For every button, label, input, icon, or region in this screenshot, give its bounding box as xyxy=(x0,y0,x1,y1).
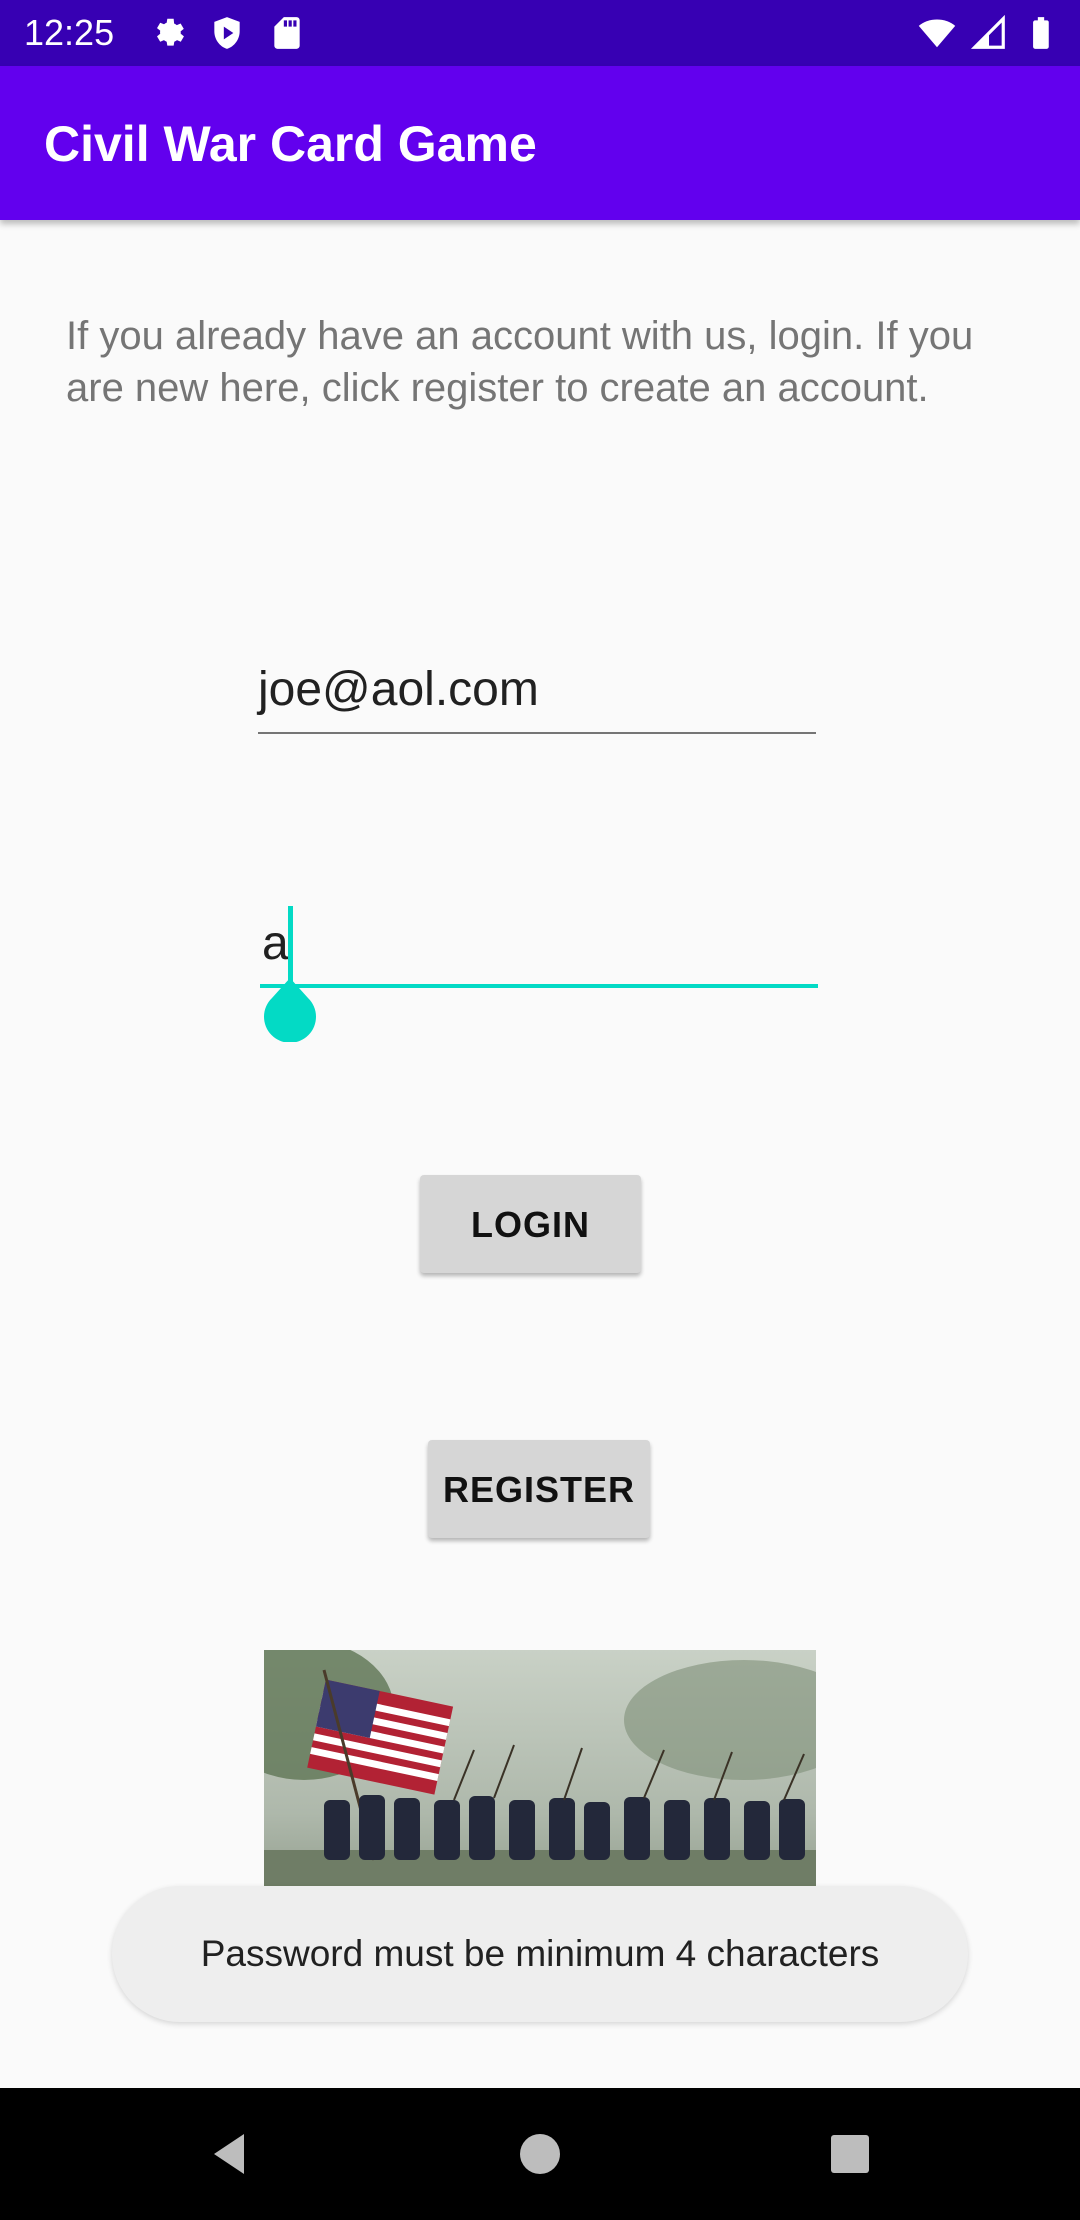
sd-card-icon xyxy=(274,17,300,49)
battery-icon xyxy=(1033,17,1049,49)
navigation-bar xyxy=(0,2088,1080,2220)
app-bar: Civil War Card Game xyxy=(0,66,1080,220)
gear-icon xyxy=(157,18,184,46)
login-button[interactable]: LOGIN xyxy=(420,1175,641,1273)
wifi-icon xyxy=(918,19,956,48)
status-time: 12:25 xyxy=(24,12,115,53)
recents-icon[interactable] xyxy=(820,2124,880,2184)
battle-scene-illustration xyxy=(264,1650,816,1922)
civil-war-image xyxy=(264,1650,816,1922)
home-icon[interactable] xyxy=(510,2124,570,2184)
email-field[interactable]: joe@aol.com xyxy=(258,660,816,734)
back-icon[interactable] xyxy=(200,2124,260,2184)
status-bar: 12:25 xyxy=(0,0,1080,66)
cursor-handle-icon[interactable] xyxy=(262,978,318,1042)
password-field[interactable]: a xyxy=(260,900,818,988)
text-cursor xyxy=(288,906,293,986)
password-value: a xyxy=(262,917,289,970)
signal-icon xyxy=(970,14,1005,49)
shield-icon xyxy=(214,17,240,49)
intro-text: If you already have an account with us, … xyxy=(66,314,974,410)
status-icons-right xyxy=(918,14,1060,52)
email-value: joe@aol.com xyxy=(258,663,539,716)
app-title: Civil War Card Game xyxy=(44,116,537,172)
status-icons-left xyxy=(148,14,306,52)
toast-message: Password must be minimum 4 characters xyxy=(112,1886,968,2022)
register-button[interactable]: REGISTER xyxy=(428,1440,650,1538)
